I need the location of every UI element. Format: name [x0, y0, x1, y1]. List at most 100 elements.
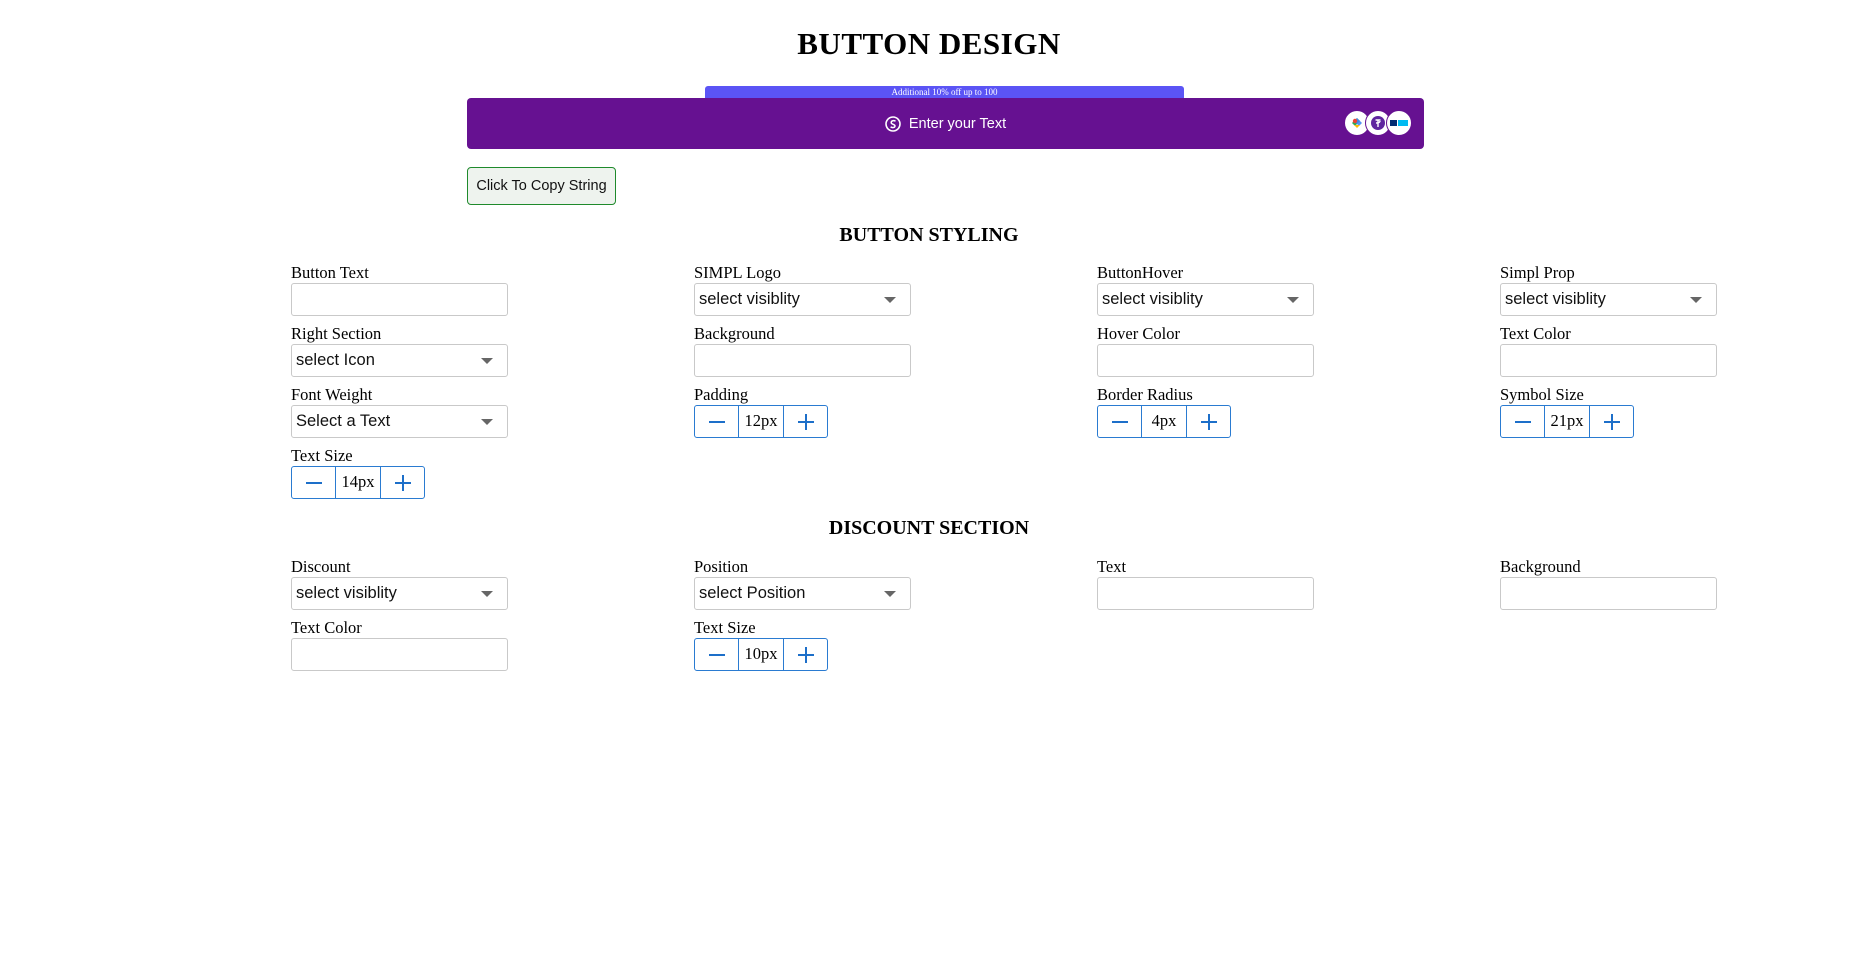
border-radius-label: Border Radius	[1097, 385, 1193, 404]
button-text-field: Button Text	[291, 263, 509, 316]
padding-increment-button[interactable]	[783, 405, 828, 438]
discount-text-color-field: Text Color	[291, 618, 509, 671]
hover-color-field: Hover Color	[1097, 324, 1315, 377]
plus-icon	[797, 646, 814, 663]
chevron-down-icon	[1287, 297, 1299, 303]
discount-background-field: Background	[1500, 557, 1718, 610]
discount-strip: Additional 10% off up to 100	[705, 86, 1184, 98]
text-size-decrement-button[interactable]	[291, 466, 336, 499]
symbol-size-increment-button[interactable]	[1589, 405, 1634, 438]
font-weight-select[interactable]: Select a Text	[291, 405, 508, 438]
right-section-select-value: select Icon	[296, 351, 375, 369]
discount-text-size-label: Text Size	[694, 618, 756, 637]
position-select-value: select Position	[699, 584, 806, 602]
symbol-size-label: Symbol Size	[1500, 385, 1584, 404]
font-weight-field: Font Weight Select a Text	[291, 385, 509, 438]
plus-icon	[394, 474, 411, 491]
font-weight-label: Font Weight	[291, 385, 373, 404]
discount-background-input[interactable]	[1500, 577, 1717, 610]
simpl-prop-select[interactable]: select visiblity	[1500, 283, 1717, 316]
chevron-down-icon	[481, 419, 493, 425]
padding-decrement-button[interactable]	[694, 405, 739, 438]
symbol-size-value: 21px	[1545, 405, 1589, 438]
copy-string-button[interactable]: Click To Copy String	[467, 167, 616, 205]
discount-text-size-increment-button[interactable]	[783, 638, 828, 671]
border-radius-field: Border Radius 4px	[1097, 385, 1315, 438]
discount-text-color-label: Text Color	[291, 618, 362, 637]
simpl-logo-icon	[885, 115, 901, 132]
simpl-logo-select-value: select visiblity	[699, 290, 800, 308]
discount-select[interactable]: select visiblity	[291, 577, 508, 610]
page-title: BUTTON DESIGN	[797, 26, 1061, 61]
border-radius-increment-button[interactable]	[1186, 405, 1231, 438]
text-size-stepper: 14px	[291, 466, 425, 499]
minus-icon	[305, 481, 322, 484]
chevron-down-icon	[1690, 297, 1702, 303]
position-label: Position	[694, 557, 749, 576]
simpl-prop-label: Simpl Prop	[1500, 263, 1575, 282]
discount-text-color-input[interactable]	[291, 638, 508, 671]
position-field: Position select Position	[694, 557, 912, 610]
plus-icon	[1603, 413, 1620, 430]
discount-label: Discount	[291, 557, 351, 576]
button-hover-field: ButtonHover select visiblity	[1097, 263, 1315, 316]
text-size-increment-button[interactable]	[380, 466, 425, 499]
discount-text-size-field: Text Size 10px	[694, 618, 912, 671]
button-text-input[interactable]	[291, 283, 508, 316]
symbol-size-field: Symbol Size 21px	[1500, 385, 1718, 438]
minus-icon	[708, 420, 725, 423]
simpl-prop-select-value: select visiblity	[1505, 290, 1606, 308]
button-hover-select[interactable]: select visiblity	[1097, 283, 1314, 316]
chevron-down-icon	[884, 297, 896, 303]
discount-field: Discount select visiblity	[291, 557, 509, 610]
simpl-logo-field: SIMPL Logo select visiblity	[694, 263, 912, 316]
preview-button-text: Enter your Text	[908, 115, 1007, 132]
border-radius-value: 4px	[1142, 405, 1186, 438]
padding-label: Padding	[694, 385, 749, 404]
font-weight-select-value: Select a Text	[296, 412, 391, 430]
background-field: Background	[694, 324, 912, 377]
payment-icons	[1344, 110, 1412, 136]
chevron-down-icon	[481, 591, 493, 597]
plus-icon	[1200, 413, 1217, 430]
discount-background-label: Background	[1500, 557, 1581, 576]
button-hover-label: ButtonHover	[1097, 263, 1184, 282]
simpl-logo-select[interactable]: select visiblity	[694, 283, 911, 316]
symbol-size-stepper: 21px	[1500, 405, 1634, 438]
position-select[interactable]: select Position	[694, 577, 911, 610]
background-label: Background	[694, 324, 775, 343]
chevron-down-icon	[884, 591, 896, 597]
hover-color-input[interactable]	[1097, 344, 1314, 377]
text-color-input[interactable]	[1500, 344, 1717, 377]
button-styling-title: BUTTON STYLING	[839, 224, 1019, 246]
border-radius-decrement-button[interactable]	[1097, 405, 1142, 438]
text-color-field: Text Color	[1500, 324, 1718, 377]
discount-text-label: Text	[1097, 557, 1127, 576]
text-size-value: 14px	[336, 466, 380, 499]
right-section-field: Right Section select Icon	[291, 324, 509, 377]
symbol-size-decrement-button[interactable]	[1500, 405, 1545, 438]
right-section-label: Right Section	[291, 324, 382, 343]
hover-color-label: Hover Color	[1097, 324, 1180, 343]
background-input[interactable]	[694, 344, 911, 377]
right-section-select[interactable]: select Icon	[291, 344, 508, 377]
text-size-field: Text Size 14px	[291, 446, 509, 499]
simpl-prop-field: Simpl Prop select visiblity	[1500, 263, 1718, 316]
discount-text-size-value: 10px	[739, 638, 783, 671]
preview-button[interactable]: Enter your Text	[467, 98, 1424, 149]
discount-section-title: DISCOUNT SECTION	[828, 517, 1030, 539]
button-text-label: Button Text	[291, 263, 369, 282]
chevron-down-icon	[481, 358, 493, 364]
discount-text-input[interactable]	[1097, 577, 1314, 610]
discount-text-size-stepper: 10px	[694, 638, 828, 671]
button-hover-select-value: select visiblity	[1102, 290, 1203, 308]
plus-icon	[797, 413, 814, 430]
paytm-icon	[1386, 110, 1412, 136]
minus-icon	[1111, 420, 1128, 423]
simpl-logo-label: SIMPL Logo	[694, 263, 781, 282]
minus-icon	[708, 653, 725, 656]
minus-icon	[1514, 420, 1531, 423]
border-radius-stepper: 4px	[1097, 405, 1231, 438]
discount-text-size-decrement-button[interactable]	[694, 638, 739, 671]
discount-text-field: Text	[1097, 557, 1315, 610]
